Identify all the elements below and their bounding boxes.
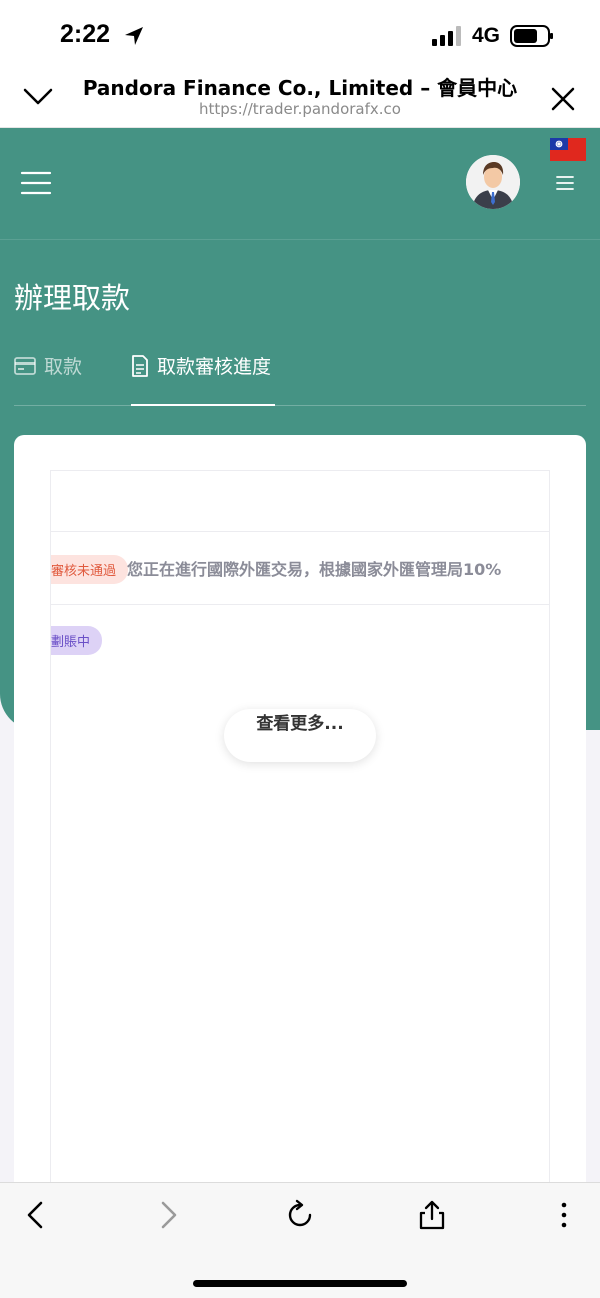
- location-arrow-icon: [125, 27, 143, 45]
- home-indicator: [193, 1280, 407, 1287]
- content-card: 態 審核未通過 您正在進行國際外匯交易，根據國家外匯管理局10% 劃賬中: [14, 435, 586, 1230]
- user-avatar-icon: [466, 155, 520, 209]
- tab-withdraw-label: 取款: [44, 356, 83, 378]
- back-arrow-icon[interactable]: [20, 1199, 52, 1231]
- table-row[interactable]: 審核未通過 您正在進行國際外匯交易，根據國家外匯管理局10%: [51, 532, 549, 605]
- active-tab-indicator: [131, 404, 275, 406]
- network-type: 4G: [472, 24, 501, 47]
- document-icon: [132, 354, 148, 377]
- status-badge-rejected: 審核未通過: [51, 555, 129, 584]
- avatar[interactable]: [466, 155, 520, 209]
- hamburger-menu-icon[interactable]: [20, 170, 52, 196]
- forward-arrow-icon[interactable]: [152, 1199, 184, 1231]
- share-icon[interactable]: [416, 1199, 448, 1231]
- table-header-row: 態: [51, 471, 549, 532]
- reload-icon[interactable]: [284, 1199, 316, 1231]
- cellular-signal-icon: [432, 26, 461, 46]
- more-options-icon[interactable]: [548, 1199, 580, 1231]
- browser-header: Pandora Finance Co., Limited – 會員中心 http…: [0, 70, 600, 128]
- chevron-down-icon[interactable]: [22, 84, 54, 108]
- load-more-button[interactable]: 查看更多...: [224, 709, 376, 762]
- tab-withdraw-progress-label: 取款審核進度: [157, 356, 272, 378]
- tabs-divider: [14, 405, 586, 406]
- header-divider: [0, 239, 600, 240]
- browser-toolbar: [0, 1182, 600, 1298]
- status-bar: 2:22 4G: [0, 0, 600, 70]
- site-url[interactable]: https://trader.pandorafx.co: [70, 100, 530, 118]
- list-menu-icon[interactable]: [556, 175, 574, 191]
- clock: 2:22: [60, 20, 111, 48]
- taiwan-flag-icon[interactable]: [550, 138, 586, 161]
- tab-withdraw-progress[interactable]: 取款審核進度: [131, 352, 271, 379]
- row-message: 您正在進行國際外匯交易，根據國家外匯管理局10%: [127, 560, 502, 579]
- withdraw-table[interactable]: 態 審核未通過 您正在進行國際外匯交易，根據國家外匯管理局10% 劃賬中: [50, 470, 550, 1230]
- site-title: Pandora Finance Co., Limited – 會員中心: [82, 76, 518, 100]
- tab-withdraw[interactable]: 取款: [14, 352, 82, 379]
- page-title: 辦理取款: [14, 281, 131, 315]
- battery-icon: [510, 25, 553, 47]
- status-badge-transferring: 劃賬中: [51, 626, 103, 655]
- close-icon[interactable]: [550, 86, 576, 112]
- card-icon: [14, 356, 36, 375]
